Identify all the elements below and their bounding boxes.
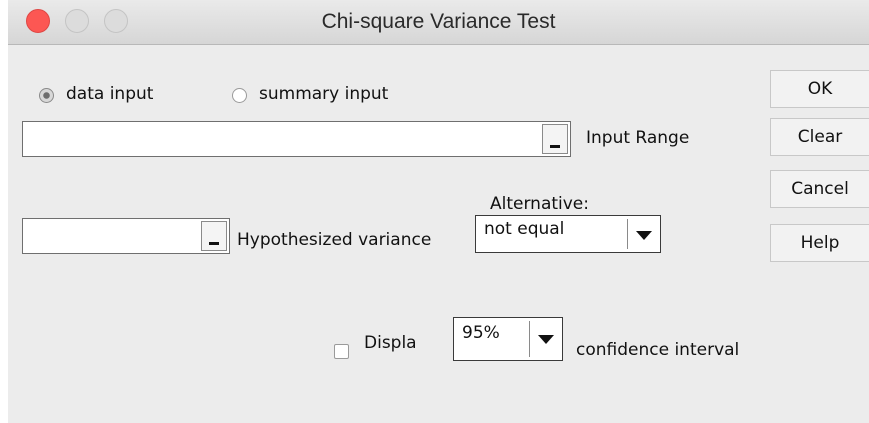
- input-range-label: Input Range: [586, 128, 690, 148]
- alternative-label: Alternative:: [490, 194, 589, 214]
- underscore-icon: [209, 242, 219, 245]
- input-range-field[interactable]: [22, 121, 571, 157]
- clear-button[interactable]: Clear: [770, 118, 869, 156]
- alternative-value: not equal: [484, 219, 565, 239]
- data-input-label[interactable]: data input: [66, 84, 153, 104]
- hypothesized-variance-label: Hypothesized variance: [237, 230, 432, 250]
- variance-select-button[interactable]: [201, 221, 227, 251]
- display-label[interactable]: Displa: [364, 333, 417, 353]
- title-bar[interactable]: Chi-square Variance Test: [8, 0, 869, 45]
- hypothesized-variance-field[interactable]: [22, 218, 230, 254]
- cancel-button[interactable]: Cancel: [770, 170, 869, 208]
- alternative-select[interactable]: not equal: [475, 215, 661, 253]
- underscore-icon: [550, 145, 560, 148]
- window-title: Chi-square Variance Test: [321, 10, 556, 33]
- confidence-level-select[interactable]: 95%: [453, 317, 563, 361]
- confidence-level-value: 95%: [462, 323, 500, 343]
- summary-input-label[interactable]: summary input: [259, 84, 388, 104]
- dialog-window: Chi-square Variance Test data input summ…: [8, 0, 869, 423]
- display-checkbox[interactable]: [334, 344, 349, 359]
- data-input-radio[interactable]: [39, 88, 54, 103]
- range-select-button[interactable]: [542, 124, 568, 154]
- help-button[interactable]: Help: [770, 224, 869, 262]
- ok-button[interactable]: OK: [770, 70, 869, 108]
- confidence-dropdown-button[interactable]: [529, 321, 560, 357]
- summary-input-radio[interactable]: [232, 88, 247, 103]
- alternative-dropdown-button[interactable]: [627, 219, 658, 249]
- chevron-down-icon: [636, 231, 652, 240]
- chevron-down-icon: [538, 335, 554, 344]
- confidence-interval-label: confidence interval: [576, 340, 740, 360]
